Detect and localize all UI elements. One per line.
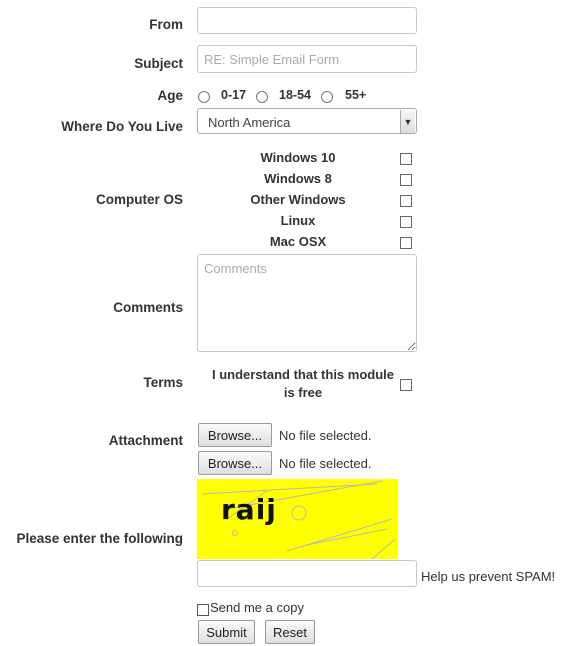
age-radio-55-plus[interactable] <box>321 91 333 103</box>
age-option-label: 55+ <box>345 88 367 102</box>
attachment-label: Attachment <box>108 433 183 448</box>
os-option-label: Other Windows <box>250 192 346 207</box>
send-copy-label: Send me a copy <box>210 600 304 615</box>
terms-label: Terms <box>143 375 183 390</box>
terms-checkbox[interactable] <box>400 379 412 391</box>
age-label: Age <box>157 88 183 103</box>
captcha-input[interactable] <box>197 560 417 587</box>
captcha-text: raij <box>221 493 277 526</box>
file-status-1: No file selected. <box>279 428 372 443</box>
captcha-hint: Help us prevent SPAM! <box>421 569 556 584</box>
os-option-label: Windows 8 <box>264 171 332 186</box>
age-option-label: 18-54 <box>279 88 311 102</box>
subject-input[interactable] <box>197 45 417 73</box>
captcha-image: raij <box>197 479 398 559</box>
age-radio-18-54[interactable] <box>256 91 268 103</box>
os-option-label: Windows 10 <box>260 150 336 165</box>
browse-button-1[interactable]: Browse... <box>198 423 272 447</box>
os-option-label: Mac OSX <box>269 234 327 249</box>
os-checkbox-linux[interactable] <box>400 216 412 228</box>
file-status-2: No file selected. <box>279 456 372 471</box>
location-label: Where Do You Live <box>61 119 183 134</box>
os-checkbox-other-windows[interactable] <box>400 195 412 207</box>
age-radio-0-17[interactable] <box>198 91 210 103</box>
comments-textarea[interactable] <box>197 254 417 352</box>
age-option-label: 0-17 <box>221 88 247 102</box>
terms-text: I understand that this module is free <box>211 367 394 400</box>
comments-label: Comments <box>113 300 183 315</box>
submit-button[interactable]: Submit <box>198 620 255 644</box>
computer-os-label: Computer OS <box>95 192 183 207</box>
browse-button-2[interactable]: Browse... <box>198 451 272 475</box>
location-select[interactable]: North America ▼ <box>197 108 417 134</box>
chevron-down-icon[interactable]: ▼ <box>400 110 415 133</box>
os-checkbox-windows-10[interactable] <box>400 153 412 165</box>
subject-label: Subject <box>134 56 183 71</box>
from-input[interactable] <box>197 7 417 34</box>
os-option-label: Linux <box>280 213 316 228</box>
os-checkbox-mac-osx[interactable] <box>400 237 412 249</box>
os-checkbox-windows-8[interactable] <box>400 174 412 186</box>
captcha-label: Please enter the following <box>16 531 183 546</box>
reset-button[interactable]: Reset <box>265 620 315 644</box>
location-selected-value: North America <box>208 115 291 130</box>
from-label: From <box>149 17 183 32</box>
send-copy-checkbox[interactable] <box>197 604 209 616</box>
